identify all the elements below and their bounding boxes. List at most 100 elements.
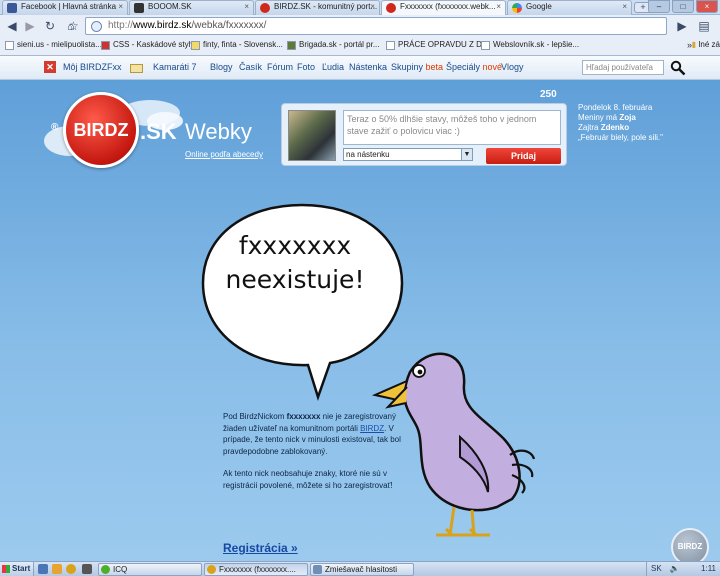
start-label: Start — [12, 564, 31, 573]
info-text-part: Pod BirdzNickom — [223, 412, 287, 421]
bookmark-label: finty, finta - Slovensk... — [203, 40, 283, 49]
address-bar[interactable]: ☆ http://www.birdz.sk/webka/fxxxxxxx/ — [68, 17, 667, 35]
char-counter: 250 — [540, 89, 557, 100]
explorer-icon[interactable] — [52, 564, 62, 574]
quick-launch-more-icon[interactable] — [82, 564, 92, 574]
bookmark-item[interactable]: CSS - Kaskádové styly — [101, 40, 194, 50]
back-button[interactable]: ◀ — [4, 18, 20, 34]
css-icon — [101, 41, 110, 50]
bookmark-label: Webslovník.sk - lepšie... — [493, 40, 580, 49]
search-icon[interactable] — [670, 60, 686, 76]
language-indicator[interactable]: SK — [651, 564, 662, 573]
nav-fxx[interactable]: Fxx — [107, 62, 122, 72]
bookmark-label: sieni.us - mielipuolista... — [17, 40, 102, 49]
nav-specialy[interactable]: Špeciály nové — [446, 62, 502, 72]
page-icon — [386, 41, 395, 50]
taskbar: Start ICQ Fxxxxxxx (fxxxxxxx.... Zmiešav… — [0, 561, 720, 576]
bookmark-star-icon[interactable]: ☆ — [68, 19, 79, 33]
nav-my-birdz[interactable]: Môj BIRDZ — [63, 62, 107, 72]
taskbar-item-label: Zmiešavač hlasitosti — [325, 565, 398, 574]
info-paragraph: Ak tento nick neobsahuje znaky, ktoré ni… — [223, 469, 393, 490]
post-target-select[interactable]: na nástenku ▼ — [343, 148, 473, 161]
windows-logo-icon — [2, 565, 10, 573]
browser-tab-fxxxxxxx[interactable]: Fxxxxxxx (fxxxxxxx.webk... × — [381, 0, 506, 15]
nav-vlogy[interactable]: Vlogy — [501, 62, 524, 72]
nav-forum[interactable]: Fórum — [267, 62, 293, 72]
page-icon — [5, 41, 14, 50]
user-search-input[interactable]: Hľadaj používateľa — [582, 60, 664, 75]
nav-skupiny[interactable]: Skupiny beta — [391, 62, 443, 72]
bookmark-item[interactable]: PRÁCE OPRAVDU Z D... — [386, 40, 489, 50]
reload-button[interactable]: ↻ — [42, 18, 58, 34]
tab-title: Google — [526, 2, 552, 11]
close-icon[interactable]: × — [622, 2, 627, 11]
go-icon[interactable]: ▶ — [674, 18, 690, 34]
speaker-icon[interactable]: 🔈 — [670, 564, 680, 573]
other-bookmarks-folder[interactable]: ▮ Iné zá — [692, 40, 720, 49]
forward-button[interactable]: ▶ — [22, 18, 38, 34]
bookmark-item[interactable]: finty, finta - Slovensk... — [191, 40, 283, 50]
add-post-button[interactable]: Pridaj — [486, 148, 561, 164]
close-icon[interactable]: × — [496, 2, 501, 11]
bookmark-item[interactable]: sieni.us - mielipuolista... — [5, 40, 102, 50]
taskbar-item-icq[interactable]: ICQ — [98, 563, 202, 576]
nav-foto[interactable]: Foto — [297, 62, 315, 72]
bookmark-item[interactable]: Brigada.sk - portál pr... — [287, 40, 379, 50]
bookmark-label: PRÁCE OPRAVDU Z D... — [398, 40, 489, 49]
post-target-value: na nástenku — [346, 150, 390, 159]
nav-ludia[interactable]: Ľudia — [322, 62, 344, 72]
nav-casik[interactable]: Časík — [239, 62, 262, 72]
name-day-label: Meniny má — [578, 113, 618, 122]
avatar[interactable] — [288, 110, 336, 161]
finty-icon — [191, 41, 200, 50]
status-post-box: Teraz o 50% dlhšie stavy, môžeš toho v j… — [281, 103, 567, 166]
nav-nastenka[interactable]: Nástenka — [349, 62, 387, 72]
status-input[interactable]: Teraz o 50% dlhšie stavy, môžeš toho v j… — [343, 110, 561, 145]
show-desktop-icon[interactable] — [38, 564, 48, 574]
nav-blogy[interactable]: Blogy — [210, 62, 233, 72]
birdz-icon — [260, 3, 270, 13]
logo-tld: .SK — [140, 119, 177, 144]
close-icon[interactable]: × — [244, 2, 249, 11]
online-alphabetical-link[interactable]: Online podľa abecedy — [185, 150, 263, 159]
taskbar-item-chrome[interactable]: Fxxxxxxx (fxxxxxxx.... — [204, 563, 308, 576]
main-content: ® BIRDZ .SK Webky Online podľa abecedy 2… — [0, 80, 720, 566]
date-line: Pondelok 8. februára — [578, 103, 653, 112]
name-day-tomorrow: Zajtra Zdenko — [578, 123, 698, 133]
bookmarks-bar: sieni.us - mielipuolista... CSS - Kaskád… — [0, 37, 720, 56]
chrome-icon[interactable] — [66, 564, 76, 574]
page-title: Webky — [185, 119, 252, 144]
close-icon[interactable]: × — [370, 2, 375, 11]
maximize-button[interactable]: □ — [672, 0, 694, 13]
close-icon[interactable]: ✕ — [44, 61, 56, 73]
folder-label: Iné zá — [698, 40, 720, 49]
birdz-logo[interactable]: BIRDZ — [63, 92, 139, 168]
nav-friends[interactable]: Kamaráti 7 — [153, 62, 197, 72]
page-menu-icon[interactable]: ▤ — [696, 18, 712, 34]
envelope-icon[interactable] — [130, 64, 143, 73]
close-window-button[interactable]: × — [696, 0, 718, 13]
browser-tab-facebook[interactable]: Facebook | Hlavná stránka × — [2, 0, 128, 15]
browser-tab-google[interactable]: Google × — [507, 0, 632, 15]
birdz-portal-link[interactable]: BIRDZ — [360, 424, 384, 433]
chevron-down-icon: ▼ — [461, 149, 472, 160]
close-icon[interactable]: × — [118, 2, 123, 11]
name-day-today: Meniny má Zoja — [578, 113, 698, 123]
system-tray: SK 🔈 1:11 — [646, 562, 720, 576]
taskbar-item-label: ICQ — [113, 565, 128, 574]
browser-tab-booom[interactable]: BOOOM.SK × — [129, 0, 254, 15]
start-button[interactable]: Start — [0, 562, 34, 576]
window-controls: – □ × — [648, 0, 718, 13]
browser-tab-strip: Facebook | Hlavná stránka × BOOOM.SK × B… — [0, 0, 720, 15]
minimize-button[interactable]: – — [648, 0, 670, 13]
bookmark-item[interactable]: Webslovník.sk - lepšie... — [481, 40, 580, 50]
registration-link[interactable]: Registrácia » — [223, 541, 298, 555]
bubble-status: neexistuje! — [225, 265, 365, 294]
tab-title: BOOOM.SK — [148, 2, 192, 11]
taskbar-item-volume-mixer[interactable]: Zmiešavač hlasitosti — [310, 563, 414, 576]
name-day-label: Zajtra — [578, 123, 599, 132]
browser-tab-birdz[interactable]: BIRDZ.SK - komunitný port... × — [255, 0, 380, 15]
clock[interactable]: 1:11 — [701, 562, 716, 576]
chrome-icon — [207, 565, 216, 574]
tab-title: BIRDZ.SK - komunitný port... — [274, 2, 378, 11]
